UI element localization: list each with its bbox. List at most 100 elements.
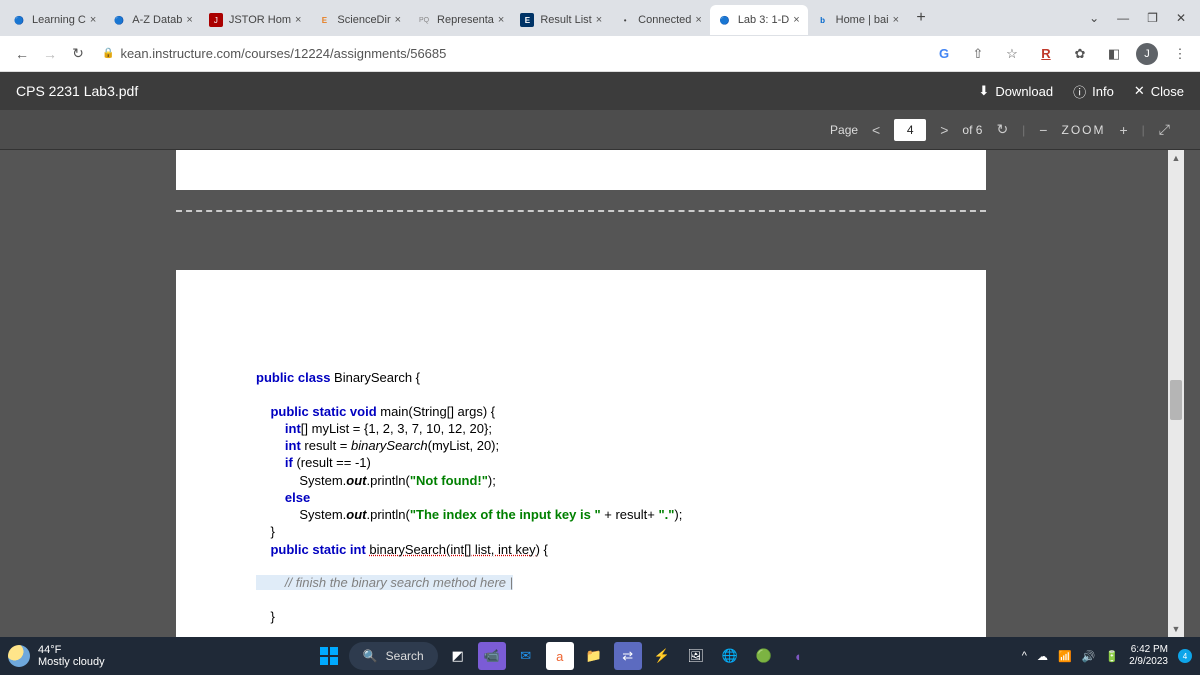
favicon-icon: 🔵 — [12, 13, 26, 27]
profile-avatar[interactable]: J — [1136, 43, 1158, 65]
window-controls: ⌄ — ❐ ✕ — [1089, 11, 1196, 25]
page-input[interactable] — [894, 119, 926, 141]
weather-widget[interactable]: 44°F Mostly cloudy — [8, 644, 105, 668]
google-icon[interactable]: G — [932, 42, 956, 66]
prev-page-button[interactable]: < — [872, 122, 880, 138]
tab-title: JSTOR Hom — [229, 14, 291, 26]
time: 6:42 PM — [1129, 644, 1168, 656]
reload-button[interactable]: ↻ — [64, 40, 92, 68]
reading-list-icon[interactable]: ◧ — [1102, 42, 1126, 66]
mail-icon[interactable]: ✉ — [512, 642, 540, 670]
pdf-titlebar: CPS 2231 Lab3.pdf ⬇ Download ⓘInfo ✕Close — [0, 72, 1200, 110]
favicon-icon: J — [209, 13, 223, 27]
tab-title: A-Z Datab — [132, 14, 182, 26]
next-page-button[interactable]: > — [940, 122, 948, 138]
download-label: Download — [995, 84, 1053, 99]
date: 2/9/2023 — [1129, 656, 1168, 668]
volume-icon[interactable]: 🔊 — [1082, 650, 1096, 663]
tab-az[interactable]: 🔵 A-Z Datab × — [104, 5, 201, 35]
close-icon[interactable]: ✕ — [1176, 11, 1186, 25]
app-icon[interactable]: 🖼 — [682, 642, 710, 670]
close-icon: ✕ — [1134, 83, 1145, 99]
amazon-icon[interactable]: a — [546, 642, 574, 670]
back-button[interactable]: ← — [8, 40, 36, 68]
eclipse-icon[interactable]: ◖ — [784, 642, 812, 670]
wifi-icon[interactable]: 📶 — [1058, 650, 1072, 663]
close-icon[interactable]: × — [186, 14, 192, 26]
tab-connected[interactable]: •Connected× — [610, 5, 710, 35]
onedrive-icon[interactable]: ☁ — [1037, 650, 1048, 663]
close-icon[interactable]: × — [596, 14, 602, 26]
app-icon[interactable]: ⇄ — [614, 642, 642, 670]
close-icon[interactable]: × — [695, 14, 701, 26]
maximize-icon[interactable]: ❐ — [1147, 11, 1158, 25]
inner-scrollbar[interactable]: ▲ ▼ — [1168, 150, 1184, 637]
info-button[interactable]: ⓘInfo — [1073, 82, 1114, 101]
tab-title: ScienceDir — [337, 14, 390, 26]
star-icon[interactable]: ☆ — [1000, 42, 1024, 66]
zoom-in-button[interactable]: + — [1119, 122, 1127, 138]
page-label: Page — [830, 123, 858, 137]
close-icon[interactable]: × — [793, 14, 799, 26]
code-block: public class BinarySearch { public stati… — [256, 370, 906, 637]
info-label: Info — [1092, 84, 1114, 99]
chrome-icon[interactable]: 🟢 — [750, 642, 778, 670]
close-icon[interactable]: × — [893, 14, 899, 26]
taskbar-center: 🔍Search ◩ 📹 ✉ a 📁 ⇄ ⚡ 🖼 🌐 🟢 ◖ — [105, 642, 1022, 670]
minimize-icon[interactable]: — — [1117, 11, 1129, 25]
browser-toolbar-right: G ⇧ ☆ R ✿ ◧ J ⋮ — [922, 42, 1192, 66]
pdf-page: public class BinarySearch { public stati… — [176, 270, 986, 637]
close-button[interactable]: ✕Close — [1134, 83, 1184, 99]
notification-badge[interactable]: 4 — [1178, 649, 1192, 663]
app-icon[interactable]: 📹 — [478, 642, 506, 670]
favicon-icon: 🔵 — [112, 13, 126, 27]
extensions-icon[interactable]: ✿ — [1068, 42, 1092, 66]
fullscreen-button[interactable]: ⤢ — [1159, 121, 1170, 138]
zoom-out-button[interactable]: − — [1039, 122, 1047, 138]
clock[interactable]: 6:42 PM 2/9/2023 — [1129, 644, 1168, 668]
scroll-thumb[interactable] — [1170, 380, 1182, 420]
menu-icon[interactable]: ⋮ — [1168, 42, 1192, 66]
tab-title: Home | bai — [836, 14, 889, 26]
power-icon[interactable]: ⚡ — [648, 642, 676, 670]
tab-learning[interactable]: 🔵Learning C× — [4, 5, 104, 35]
tab-science[interactable]: EScienceDir× — [309, 5, 409, 35]
lock-icon: 🔒 — [102, 48, 114, 59]
url-bar[interactable]: 🔒 kean.instructure.com/courses/12224/ass… — [92, 46, 922, 61]
download-icon: ⬇ — [978, 83, 989, 99]
battery-icon[interactable]: 🔋 — [1105, 650, 1119, 663]
chevron-up-icon[interactable]: ^ — [1022, 650, 1027, 662]
zoom-label: ZOOM — [1061, 123, 1105, 137]
share-icon[interactable]: ⇧ — [966, 42, 990, 66]
task-view-button[interactable]: ◩ — [444, 642, 472, 670]
favicon-icon: 🔵 — [718, 13, 732, 27]
download-button[interactable]: ⬇ Download — [978, 83, 1053, 99]
scroll-down-icon[interactable]: ▼ — [1168, 621, 1184, 637]
close-icon[interactable]: × — [295, 14, 301, 26]
edge-icon[interactable]: 🌐 — [716, 642, 744, 670]
rotate-button[interactable]: ↻ — [996, 121, 1008, 138]
tab-represent[interactable]: PQRepresenta× — [409, 5, 512, 35]
close-icon[interactable]: × — [395, 14, 401, 26]
chevron-down-icon[interactable]: ⌄ — [1089, 11, 1099, 25]
weather-condition: Mostly cloudy — [38, 656, 105, 668]
page-divider — [176, 210, 986, 212]
tab-home[interactable]: bHome | bai× — [808, 5, 907, 35]
close-icon[interactable]: × — [498, 14, 504, 26]
tab-title: Result List — [540, 14, 591, 26]
search-button[interactable]: 🔍Search — [349, 642, 438, 670]
close-icon[interactable]: × — [90, 14, 96, 26]
tab-result[interactable]: EResult List× — [512, 5, 610, 35]
r-extension-icon[interactable]: R — [1034, 42, 1058, 66]
start-button[interactable] — [315, 642, 343, 670]
scroll-up-icon[interactable]: ▲ — [1168, 150, 1184, 166]
forward-button[interactable]: → — [36, 40, 64, 68]
tab-jstor[interactable]: J JSTOR Hom × — [201, 5, 310, 35]
tab-lab3[interactable]: 🔵Lab 3: 1-D× — [710, 5, 808, 35]
file-explorer-icon[interactable]: 📁 — [580, 642, 608, 670]
pdf-title: CPS 2231 Lab3.pdf — [16, 83, 958, 99]
new-tab-button[interactable]: + — [907, 4, 935, 32]
pdf-viewport[interactable]: public class BinarySearch { public stati… — [0, 150, 1200, 637]
browser-tabs-row: 🔵Learning C× 🔵A-Z Datab× JJSTOR Hom× ESc… — [0, 0, 1200, 36]
weather-icon — [8, 645, 30, 667]
